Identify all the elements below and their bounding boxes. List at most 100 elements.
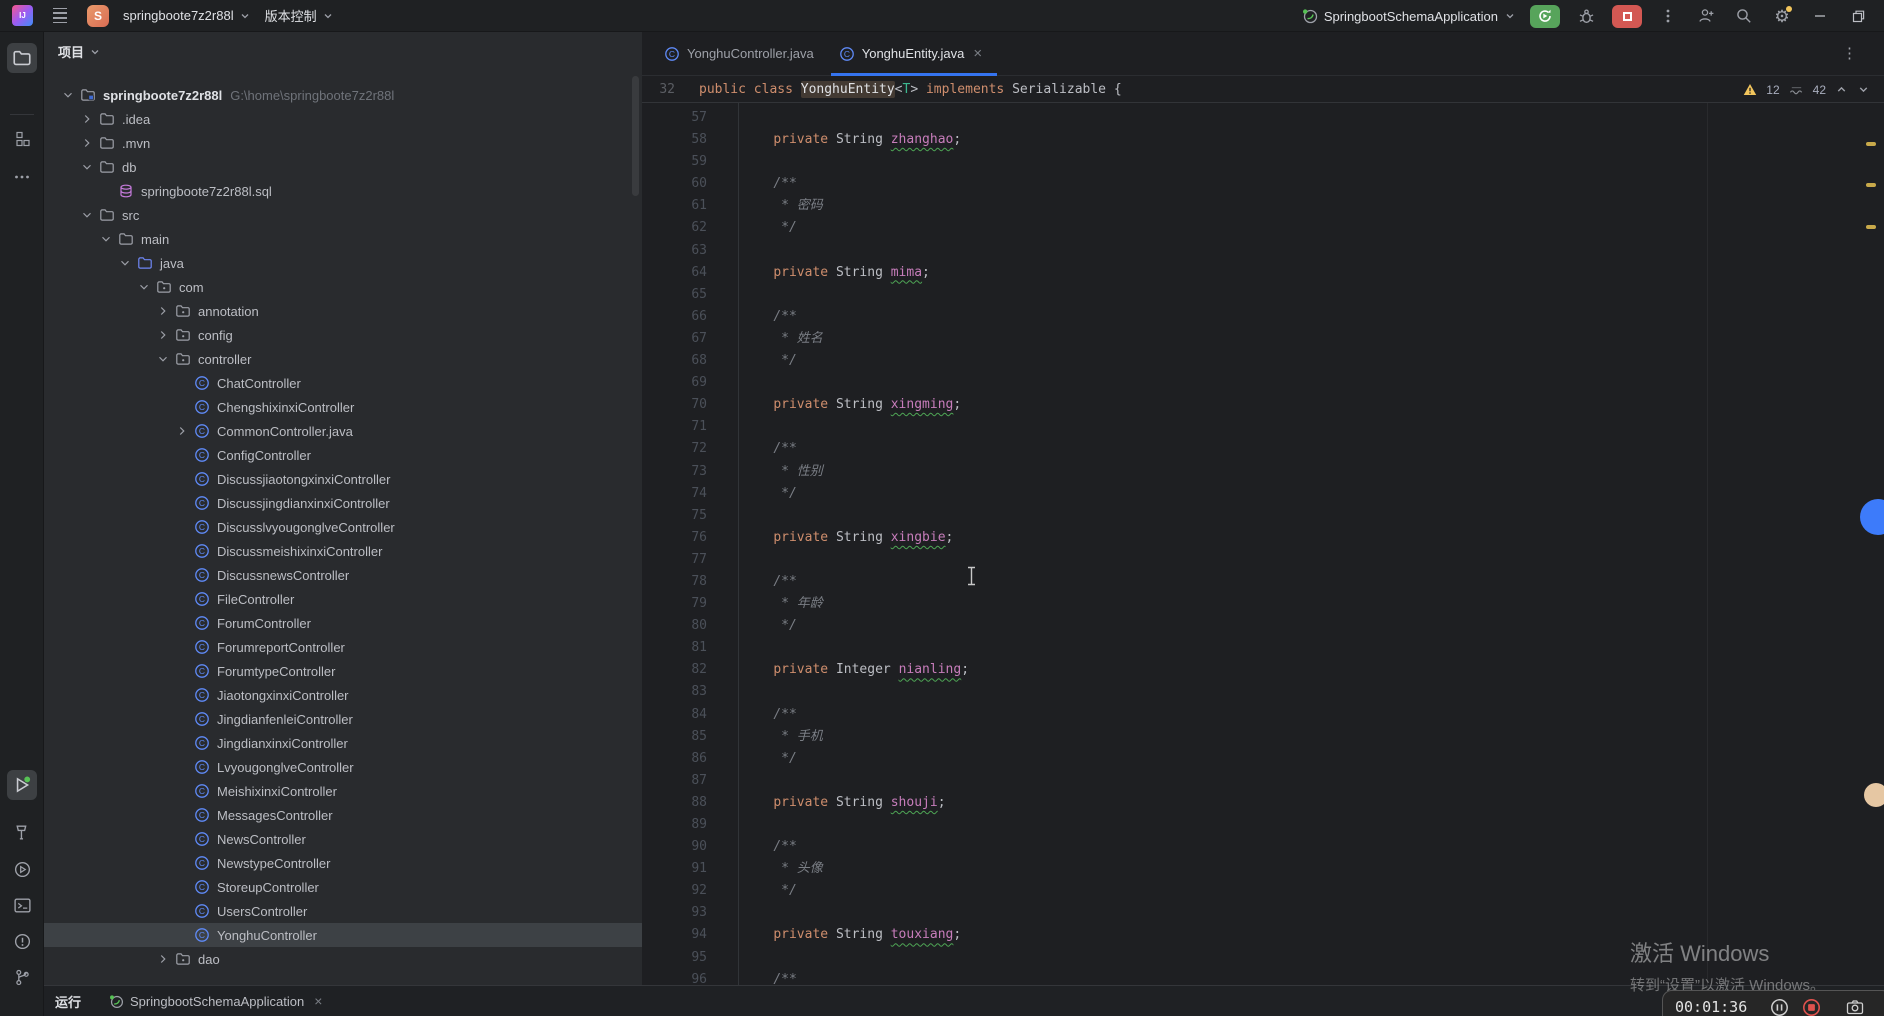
code-line[interactable]: 95 xyxy=(642,947,1884,969)
tree-item[interactable]: config xyxy=(44,323,642,347)
code-line[interactable]: 94 private String touxiang; xyxy=(642,924,1884,946)
tree-item[interactable]: CNewstypeController xyxy=(44,851,642,875)
code-line[interactable]: 70 private String xingming; xyxy=(642,394,1884,416)
tree-item[interactable]: db xyxy=(44,155,642,179)
tree-item[interactable]: CFileController xyxy=(44,587,642,611)
tree-item[interactable]: CJingdianfenleiController xyxy=(44,707,642,731)
tree-item[interactable]: CChatController xyxy=(44,371,642,395)
chevron-right-icon[interactable] xyxy=(171,423,193,439)
code-line[interactable]: 72 /** xyxy=(642,438,1884,460)
code-line[interactable]: 96 /** xyxy=(642,969,1884,985)
code-line[interactable]: 62 */ xyxy=(642,217,1884,239)
code-line[interactable]: 69 xyxy=(642,372,1884,394)
tree-item[interactable]: CForumController xyxy=(44,611,642,635)
code-line[interactable]: 85 * 手机 xyxy=(642,726,1884,748)
chevron-down-icon[interactable] xyxy=(95,231,117,247)
tree-item[interactable]: CMessagesController xyxy=(44,803,642,827)
tree-item[interactable]: main xyxy=(44,227,642,251)
tree-item[interactable]: CCommonController.java xyxy=(44,419,642,443)
tree-item[interactable]: CChengshixinxiController xyxy=(44,395,642,419)
tree-item[interactable]: springboote7z2r88lG:\home\springboote7z2… xyxy=(44,83,642,107)
run-process-tab[interactable]: SpringbootSchemaApplication × xyxy=(109,993,322,1009)
debug-button[interactable] xyxy=(1574,4,1598,28)
code-line[interactable]: 59 xyxy=(642,151,1884,173)
more-tools-icon[interactable] xyxy=(7,162,37,192)
code-line[interactable]: 86 */ xyxy=(642,748,1884,770)
tree-item[interactable]: .idea xyxy=(44,107,642,131)
chevron-down-icon[interactable] xyxy=(133,279,155,295)
tree-item[interactable]: CForumreportController xyxy=(44,635,642,659)
tree-item[interactable]: CForumtypeController xyxy=(44,659,642,683)
code-line[interactable]: 78 /** xyxy=(642,571,1884,593)
tree-item[interactable]: CStoreupController xyxy=(44,875,642,899)
tree-item[interactable]: src xyxy=(44,203,642,227)
run-tool-window-tab[interactable]: 运行 xyxy=(55,992,81,1011)
code-line[interactable]: 88 private String shouji; xyxy=(642,792,1884,814)
chevron-right-icon[interactable] xyxy=(76,135,98,151)
chevron-down-icon[interactable] xyxy=(57,87,79,103)
tree-item[interactable]: springboote7z2r88l.sql xyxy=(44,179,642,203)
tree-item[interactable]: CDiscussmeishixinxiController xyxy=(44,539,642,563)
tree-item[interactable]: controller xyxy=(44,347,642,371)
tree-item[interactable]: CDiscussjingdianxinxiController xyxy=(44,491,642,515)
warning-stripe-mark[interactable] xyxy=(1866,183,1876,187)
tree-item[interactable]: CDiscussjiaotongxinxiController xyxy=(44,467,642,491)
code-line[interactable]: 83 xyxy=(642,681,1884,703)
screenshot-camera-icon[interactable] xyxy=(1846,999,1864,1015)
code-line[interactable]: 68 */ xyxy=(642,350,1884,372)
main-menu-icon[interactable] xyxy=(47,4,73,27)
next-problem-icon[interactable] xyxy=(1857,83,1870,96)
tree-item[interactable]: CConfigController xyxy=(44,443,642,467)
project-avatar[interactable]: S xyxy=(87,5,109,27)
run-tool-button[interactable] xyxy=(7,770,37,800)
chevron-down-icon[interactable] xyxy=(76,159,98,175)
tree-item[interactable]: CJiaotongxinxiController xyxy=(44,683,642,707)
code-line[interactable]: 80 */ xyxy=(642,615,1884,637)
code-line[interactable]: 90 /** xyxy=(642,836,1884,858)
tree-item[interactable]: CJingdianxinxiController xyxy=(44,731,642,755)
git-tool-button[interactable] xyxy=(7,962,37,992)
tree-item[interactable]: CDiscussnewsController xyxy=(44,563,642,587)
code-line[interactable]: 75 xyxy=(642,505,1884,527)
code-line[interactable]: 60 /** xyxy=(642,173,1884,195)
tree-item[interactable]: CUsersController xyxy=(44,899,642,923)
chevron-right-icon[interactable] xyxy=(152,327,174,343)
code-with-me-icon[interactable] xyxy=(1694,4,1718,28)
chevron-down-icon[interactable] xyxy=(152,351,174,367)
warning-stripe-mark[interactable] xyxy=(1866,142,1876,146)
code-line[interactable]: 81 xyxy=(642,637,1884,659)
code-line[interactable]: 67 * 姓名 xyxy=(642,328,1884,350)
code-line[interactable]: 65 xyxy=(642,284,1884,306)
tab-yonghucontroller[interactable]: C YonghuController.java xyxy=(654,32,829,75)
code-line[interactable]: 93 xyxy=(642,902,1884,924)
rerun-button[interactable] xyxy=(1530,5,1560,28)
code-line[interactable]: 71 xyxy=(642,416,1884,438)
code-line[interactable]: 84 /** xyxy=(642,704,1884,726)
tree-item[interactable]: CDiscusslvyougonglveController xyxy=(44,515,642,539)
code-line[interactable]: 82 private Integer nianling; xyxy=(642,659,1884,681)
tree-item[interactable]: annotation xyxy=(44,299,642,323)
project-tool-button[interactable] xyxy=(7,43,37,73)
code-line[interactable]: 74 */ xyxy=(642,483,1884,505)
tab-options-icon[interactable]: ⋮ xyxy=(1842,44,1858,62)
warning-count[interactable]: 12 xyxy=(1766,83,1779,97)
run-configuration-selector[interactable]: SpringbootSchemaApplication xyxy=(1302,8,1516,24)
close-process-icon[interactable]: × xyxy=(314,993,322,1009)
tree-item[interactable]: CNewsController xyxy=(44,827,642,851)
search-icon[interactable] xyxy=(1732,4,1756,28)
close-tab-icon[interactable]: × xyxy=(971,46,984,61)
problems-tool-button[interactable] xyxy=(7,926,37,956)
build-tool-button[interactable] xyxy=(7,817,37,847)
pause-recording-icon[interactable] xyxy=(1770,998,1789,1016)
chevron-right-icon[interactable] xyxy=(76,111,98,127)
chevron-down-icon[interactable] xyxy=(114,255,136,271)
terminal-tool-button[interactable] xyxy=(7,890,37,920)
stop-recording-icon[interactable] xyxy=(1802,998,1821,1016)
code-line[interactable]: 63 xyxy=(642,240,1884,262)
stop-button[interactable] xyxy=(1612,5,1642,28)
tab-yonghuentity[interactable]: C YonghuEntity.java × xyxy=(829,32,999,75)
code-line[interactable]: 87 xyxy=(642,770,1884,792)
typo-count[interactable]: 42 xyxy=(1813,83,1826,97)
code-line[interactable]: 66 /** xyxy=(642,306,1884,328)
code-line[interactable]: 73 * 性别 xyxy=(642,461,1884,483)
